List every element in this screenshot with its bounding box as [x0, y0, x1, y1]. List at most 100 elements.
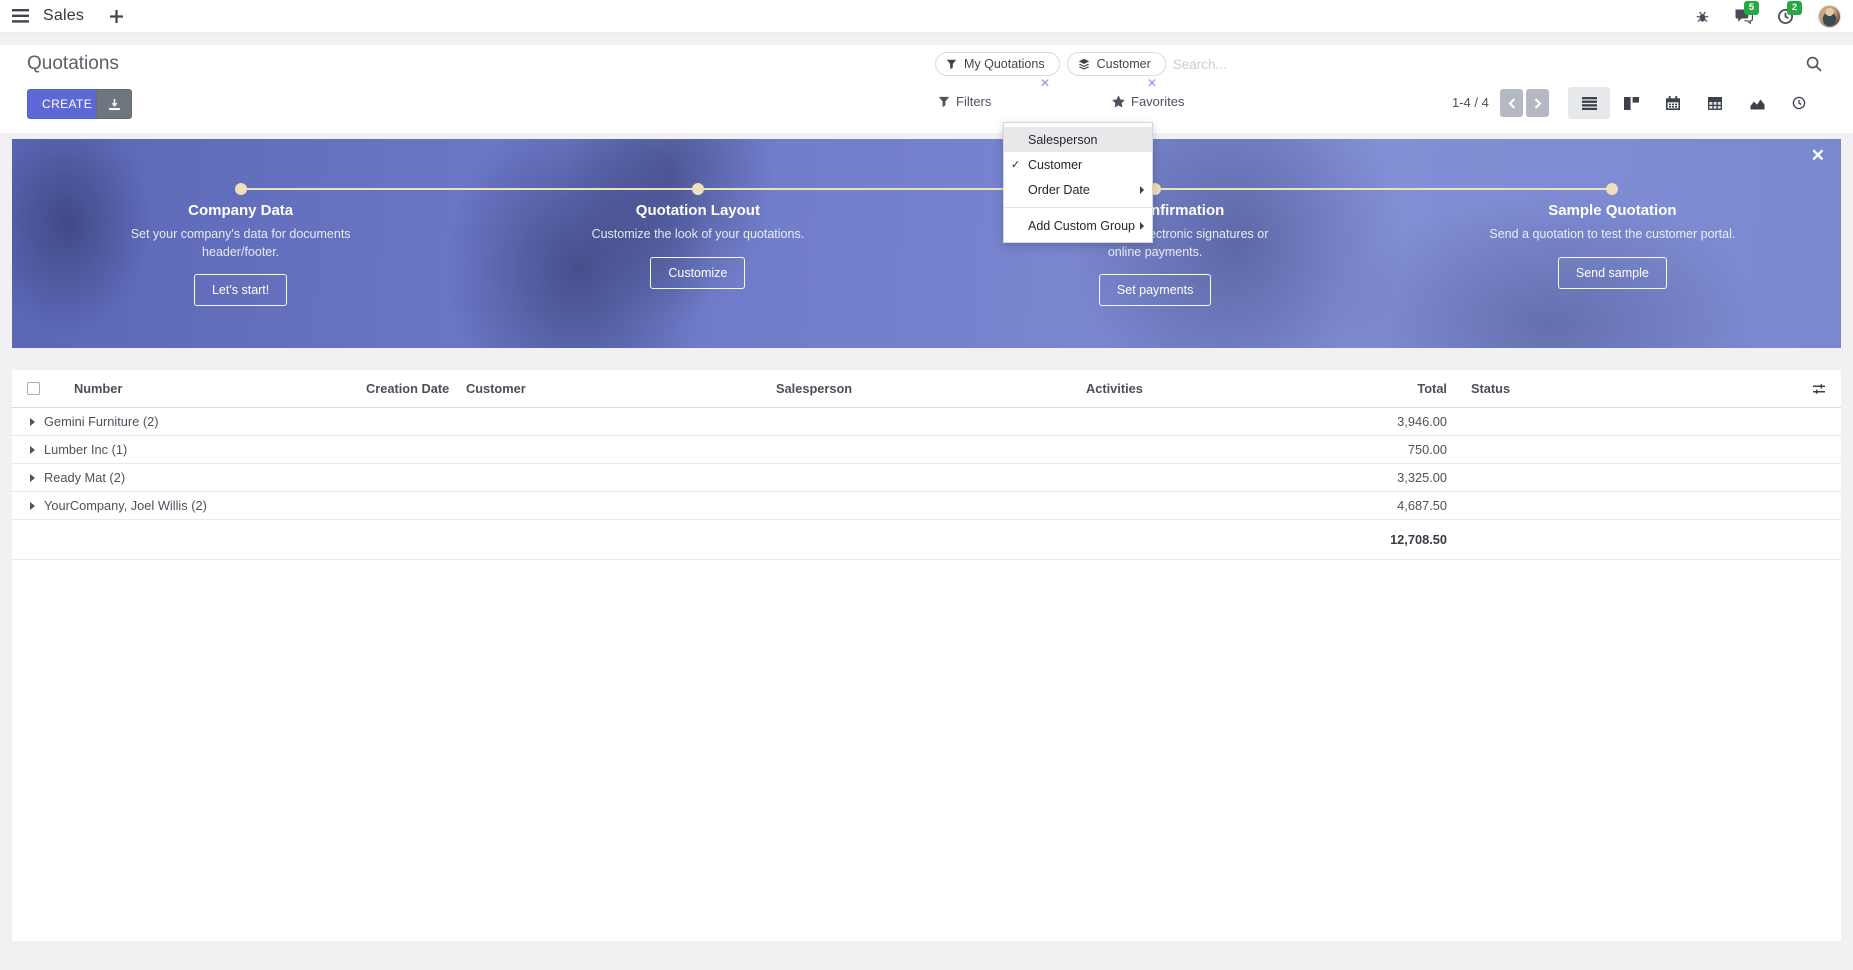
star-icon [1112, 95, 1125, 108]
group-name: Ready Mat (2) [44, 470, 125, 485]
calendar-view-button[interactable] [1652, 87, 1694, 119]
view-switcher [1568, 87, 1820, 119]
list-header-row: Number Creation Date Customer Salesperso… [12, 370, 1841, 408]
menu-separator [1004, 207, 1152, 208]
pager-previous-button[interactable] [1500, 89, 1523, 117]
pivot-view-button[interactable] [1694, 87, 1736, 119]
onboarding-step-quotation-layout: Quotation Layout Customize the look of y… [469, 139, 926, 348]
filter-icon [946, 59, 957, 70]
topbar-right-cluster: 5 2 [1695, 5, 1841, 28]
step-dot [692, 183, 704, 195]
filters-button[interactable]: Filters [938, 94, 991, 109]
search-bar: My Quotations Customer [935, 52, 1593, 76]
step-dot [235, 183, 247, 195]
layers-icon [1078, 58, 1090, 70]
app-name[interactable]: Sales [43, 7, 84, 25]
activity-view-button[interactable] [1778, 87, 1820, 119]
expand-caret-icon[interactable] [30, 418, 35, 426]
step-description: Send a quotation to test the customer po… [1487, 226, 1737, 244]
column-header-total[interactable]: Total [1257, 381, 1457, 396]
messages-icon[interactable]: 5 [1734, 8, 1753, 24]
expand-caret-icon[interactable] [30, 446, 35, 454]
menu-item-label: Add Custom Group [1028, 219, 1135, 233]
top-navbar: Sales 5 2 [0, 0, 1853, 33]
list-footer-row: 12,708.50 [12, 520, 1841, 560]
select-all-checkbox[interactable] [27, 382, 40, 395]
menu-item-label: Order Date [1028, 183, 1090, 197]
column-header-activities[interactable]: Activities [1072, 381, 1257, 396]
menu-item-label: Customer [1028, 158, 1082, 172]
onboarding-step-sample-quotation: Sample Quotation Send a quotation to tes… [1384, 139, 1841, 348]
activity-count-badge: 2 [1787, 1, 1802, 15]
expand-caret-icon[interactable] [30, 474, 35, 482]
lets-start-button[interactable]: Let's start! [194, 274, 287, 306]
user-avatar[interactable] [1818, 5, 1841, 28]
optional-columns-icon[interactable] [1797, 382, 1841, 396]
step-description: Customize the look of your quotations. [573, 226, 823, 244]
checkmark-icon: ✓ [1011, 158, 1020, 171]
onboarding-step-order-confirmation: Order Confirmation Choose between electr… [927, 139, 1384, 348]
facet-customer-groupby[interactable]: Customer [1067, 52, 1166, 76]
plus-icon[interactable] [110, 10, 123, 23]
group-total: 3,946.00 [1257, 414, 1457, 429]
pager-next-button[interactable] [1526, 89, 1549, 117]
column-header-salesperson[interactable]: Salesperson [762, 381, 1072, 396]
search-input[interactable] [1173, 57, 1593, 72]
filter-icon [938, 96, 950, 108]
facet-label: My Quotations [964, 57, 1045, 71]
activity-clock-icon[interactable]: 2 [1777, 8, 1794, 25]
step-title: Quotation Layout [469, 202, 926, 219]
menu-item-add-custom-group[interactable]: Add Custom Group [1004, 213, 1152, 238]
graph-view-button[interactable] [1736, 87, 1778, 119]
group-name: Lumber Inc (1) [44, 442, 127, 457]
group-name: Gemini Furniture (2) [44, 414, 159, 429]
group-row-yourcompany-joel-willis[interactable]: YourCompany, Joel Willis (2) 4,687.50 [12, 492, 1841, 520]
submenu-caret-icon [1140, 222, 1144, 230]
column-header-customer[interactable]: Customer [452, 381, 762, 396]
customize-button[interactable]: Customize [650, 257, 745, 289]
expand-caret-icon[interactable] [30, 502, 35, 510]
send-sample-button[interactable]: Send sample [1558, 257, 1667, 289]
quotations-list: Number Creation Date Customer Salesperso… [12, 370, 1841, 941]
column-header-creation-date[interactable]: Creation Date [352, 381, 452, 396]
group-total: 750.00 [1257, 442, 1457, 457]
remove-facet-icon[interactable]: ✕ [1147, 76, 1157, 90]
remove-facet-icon[interactable]: ✕ [1040, 76, 1050, 90]
favorites-button[interactable]: Favorites [1112, 94, 1184, 109]
step-description: Set your company's data for documents he… [116, 226, 366, 261]
submenu-caret-icon [1140, 186, 1144, 194]
group-total: 4,687.50 [1257, 498, 1457, 513]
menu-item-salesperson[interactable]: Salesperson [1004, 127, 1152, 152]
page-title: Quotations [27, 53, 119, 75]
onboarding-step-company-data: Company Data Set your company's data for… [12, 139, 469, 348]
menu-item-order-date[interactable]: Order Date [1004, 177, 1152, 202]
onboarding-banner: Company Data Set your company's data for… [12, 139, 1841, 348]
facet-my-quotations[interactable]: My Quotations [935, 52, 1060, 76]
search-icon[interactable] [1806, 56, 1822, 72]
messages-count-badge: 5 [1744, 1, 1759, 15]
menu-item-customer[interactable]: ✓ Customer [1004, 152, 1152, 177]
control-panel: Quotations CREATE My Quotations Customer… [0, 45, 1853, 133]
group-row-ready-mat[interactable]: Ready Mat (2) 3,325.00 [12, 464, 1841, 492]
hamburger-menu-icon[interactable] [12, 9, 29, 23]
group-row-lumber-inc[interactable]: Lumber Inc (1) 750.00 [12, 436, 1841, 464]
debug-bug-icon[interactable] [1695, 9, 1710, 24]
list-view-button[interactable] [1568, 87, 1610, 119]
group-row-gemini-furniture[interactable]: Gemini Furniture (2) 3,946.00 [12, 408, 1841, 436]
footer-grand-total: 12,708.50 [1257, 532, 1457, 547]
banner-close-icon[interactable]: ✕ [1811, 147, 1825, 164]
column-header-number[interactable]: Number [52, 381, 352, 396]
facet-label: Customer [1097, 57, 1151, 71]
filters-label: Filters [956, 94, 991, 109]
pager-value: 1-4 / 4 [1452, 95, 1489, 110]
column-header-status[interactable]: Status [1457, 381, 1797, 396]
group-total: 3,325.00 [1257, 470, 1457, 485]
step-title: Sample Quotation [1384, 202, 1841, 219]
step-title: Company Data [12, 202, 469, 219]
kanban-view-button[interactable] [1610, 87, 1652, 119]
download-icon [108, 98, 121, 111]
export-button[interactable] [96, 89, 132, 119]
set-payments-button[interactable]: Set payments [1099, 274, 1211, 306]
favorites-label: Favorites [1131, 94, 1184, 109]
group-by-dropdown: Salesperson ✓ Customer Order Date Add Cu… [1003, 122, 1153, 243]
